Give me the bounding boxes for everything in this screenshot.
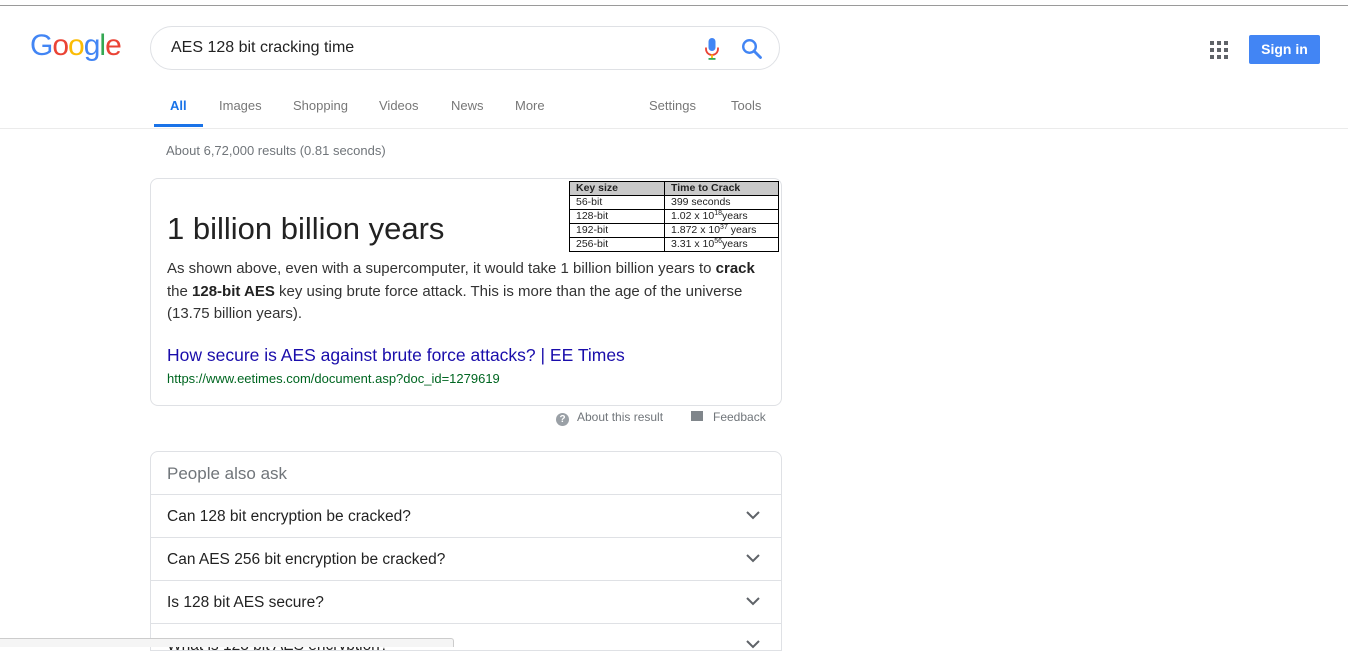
search-tabs: All Images Shopping Videos News More Set… bbox=[0, 88, 1348, 128]
microphone-icon[interactable] bbox=[704, 38, 720, 60]
table-cell: 3.31 x 1056years bbox=[664, 237, 779, 252]
table-row: 192-bit 1.872 x 1037 years bbox=[569, 223, 779, 238]
tab-more[interactable]: More bbox=[515, 98, 545, 113]
paa-question-text: Can AES 256 bit encryption be cracked? bbox=[167, 551, 446, 568]
search-icon[interactable] bbox=[741, 38, 763, 60]
search-box[interactable] bbox=[150, 26, 780, 70]
browser-status-bar bbox=[0, 638, 454, 647]
tab-news[interactable]: News bbox=[451, 98, 484, 113]
featured-snippet: Key size Time to Crack 56-bit 399 second… bbox=[150, 178, 782, 406]
table-row: 128-bit 1.02 x 1018years bbox=[569, 209, 779, 224]
people-also-ask: People also ask Can 128 bit encryption b… bbox=[150, 451, 782, 651]
chevron-down-icon bbox=[746, 597, 760, 606]
chevron-down-icon bbox=[746, 640, 760, 649]
tab-shopping[interactable]: Shopping bbox=[293, 98, 348, 113]
table-cell: 1.02 x 1018years bbox=[664, 209, 779, 224]
paa-question[interactable]: Can 128 bit encryption be cracked? bbox=[151, 494, 781, 537]
table-row: 56-bit 399 seconds bbox=[569, 195, 779, 210]
featured-result-url: https://www.eetimes.com/document.asp?doc… bbox=[167, 371, 500, 386]
tab-tools[interactable]: Tools bbox=[731, 98, 761, 113]
google-logo[interactable]: Google bbox=[30, 29, 122, 63]
table-cell: 56-bit bbox=[569, 195, 665, 210]
table-cell: 128-bit bbox=[569, 209, 665, 224]
paa-question[interactable]: Is 128 bit AES secure? bbox=[151, 580, 781, 623]
tab-settings[interactable]: Settings bbox=[649, 98, 696, 113]
featured-snippet-text: As shown above, even with a supercompute… bbox=[167, 260, 755, 322]
key-size-table[interactable]: Key size Time to Crack 56-bit 399 second… bbox=[569, 181, 779, 252]
search-input[interactable] bbox=[171, 27, 691, 69]
table-header-cell: Key size bbox=[569, 181, 665, 196]
table-header-row: Key size Time to Crack bbox=[569, 181, 779, 196]
table-cell: 256-bit bbox=[569, 237, 665, 252]
help-icon: ? bbox=[556, 413, 569, 426]
table-header-cell: Time to Crack bbox=[664, 181, 779, 196]
apps-grid-icon[interactable] bbox=[1210, 41, 1228, 59]
result-stats: About 6,72,000 results (0.81 seconds) bbox=[166, 143, 386, 158]
feedback-link[interactable]: Feedback bbox=[691, 410, 766, 424]
window-top-border bbox=[0, 5, 1348, 6]
paa-question[interactable]: Can AES 256 bit encryption be cracked? bbox=[151, 537, 781, 580]
paa-question-text: Can 128 bit encryption be cracked? bbox=[167, 508, 411, 525]
featured-answer: 1 billion billion years bbox=[167, 211, 445, 246]
people-also-ask-title: People also ask bbox=[167, 464, 288, 483]
feedback-icon bbox=[691, 411, 703, 421]
table-row: 256-bit 3.31 x 1056years bbox=[569, 237, 779, 252]
featured-result-link[interactable]: How secure is AES against brute force at… bbox=[167, 345, 625, 366]
tab-videos[interactable]: Videos bbox=[379, 98, 419, 113]
tab-images[interactable]: Images bbox=[219, 98, 262, 113]
active-tab-indicator bbox=[154, 124, 203, 127]
about-this-result-link[interactable]: ? About this result bbox=[556, 410, 663, 426]
sign-in-button[interactable]: Sign in bbox=[1249, 35, 1320, 64]
table-cell: 192-bit bbox=[569, 223, 665, 238]
chevron-down-icon bbox=[746, 554, 760, 563]
chevron-down-icon bbox=[746, 511, 760, 520]
table-cell: 1.872 x 1037 years bbox=[664, 223, 779, 238]
table-cell: 399 seconds bbox=[664, 195, 779, 210]
tab-all[interactable]: All bbox=[170, 98, 187, 113]
header-divider bbox=[0, 128, 1348, 129]
paa-question-text: Is 128 bit AES secure? bbox=[167, 594, 324, 611]
